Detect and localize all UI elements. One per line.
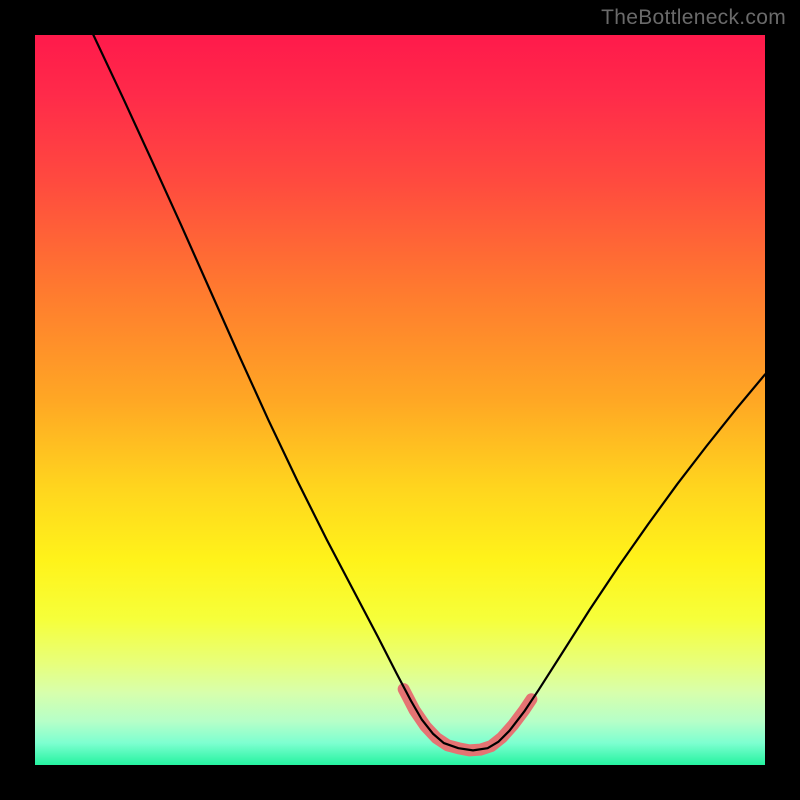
chart-frame: TheBottleneck.com: [0, 0, 800, 800]
bottleneck-chart: [35, 35, 765, 765]
watermark-text: TheBottleneck.com: [601, 6, 786, 30]
plot-area: [35, 35, 765, 765]
